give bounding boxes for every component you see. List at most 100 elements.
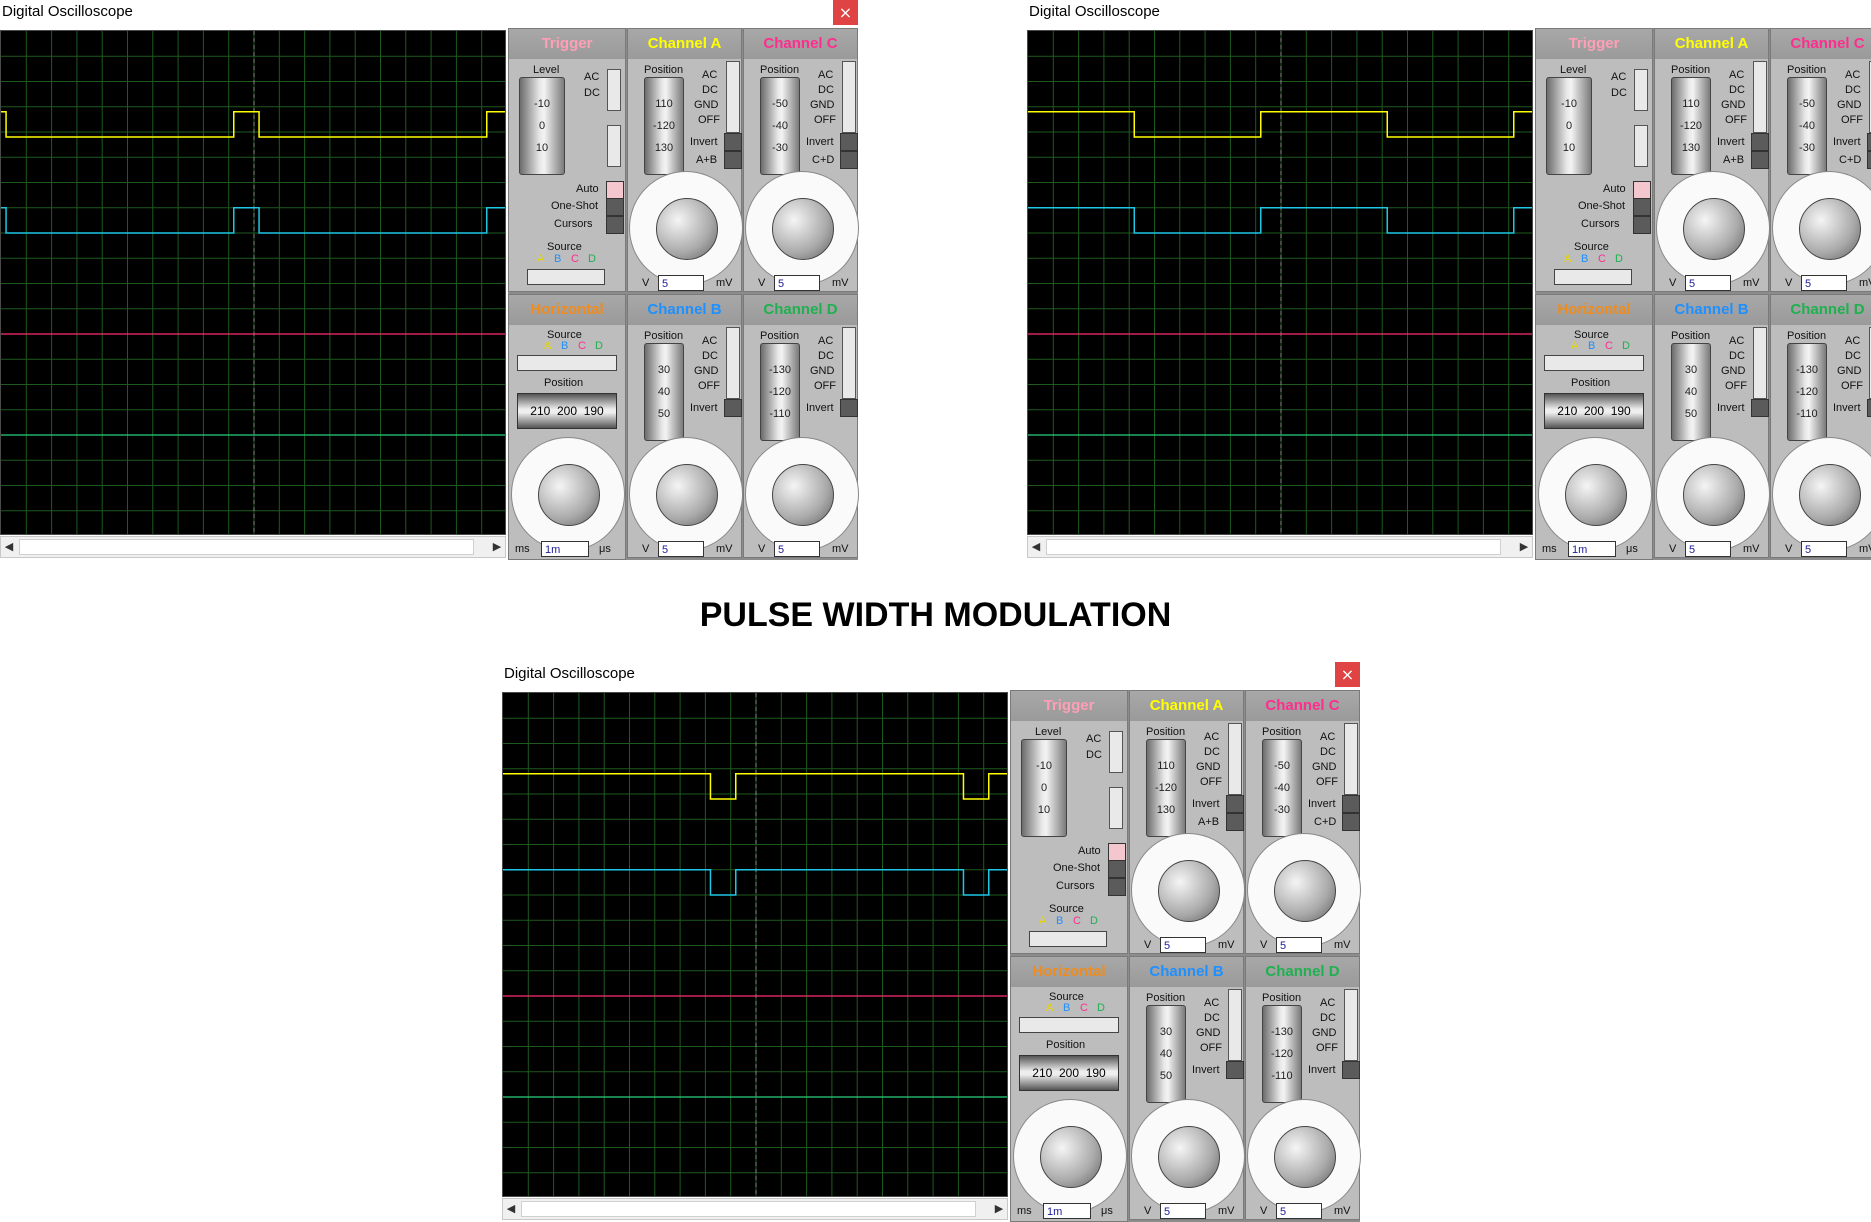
channel-coupling-switch[interactable] [842, 327, 856, 399]
trigger-source-slider[interactable] [1554, 269, 1632, 285]
horizontal-source-slider[interactable] [1019, 1017, 1119, 1033]
channel-position-drum[interactable]: -130 -120 -110 [1787, 343, 1827, 441]
volts-field[interactable]: 5 [1276, 937, 1322, 953]
volts-field[interactable]: 5 [1160, 937, 1206, 953]
scroll-left-icon[interactable]: ◀ [1030, 540, 1042, 554]
horizontal-position-drum[interactable]: 210 200 190 [517, 393, 617, 429]
channel-coupling-switch[interactable] [1228, 723, 1242, 795]
invert-button[interactable] [1226, 1061, 1244, 1079]
channel-position-drum[interactable]: -130 -120 -110 [1262, 1005, 1302, 1103]
cursors-button[interactable] [606, 216, 624, 234]
channel-position-drum[interactable]: -50 -40 -30 [1262, 739, 1302, 837]
sum-button[interactable] [1751, 151, 1769, 169]
volts-knob[interactable] [1683, 198, 1745, 260]
level-drum[interactable]: -10 0 10 [1546, 77, 1592, 175]
volts-field[interactable]: 5 [658, 275, 704, 291]
volts-field[interactable]: 5 [1685, 541, 1731, 557]
sum-button[interactable] [1226, 813, 1244, 831]
horizontal-scrollbar[interactable]: ◀ ▶ [0, 536, 506, 558]
invert-button[interactable] [1867, 133, 1871, 151]
timebase-field[interactable]: 1m [1043, 1203, 1091, 1219]
titlebar[interactable]: Digital Oscilloscope × [0, 0, 858, 26]
auto-button[interactable] [606, 181, 624, 199]
volts-per-div-dial[interactable] [1656, 171, 1770, 285]
invert-button[interactable] [1342, 795, 1360, 813]
volts-knob[interactable] [772, 464, 834, 526]
volts-field[interactable]: 5 [1801, 275, 1847, 291]
volts-per-div-dial[interactable] [1131, 1099, 1245, 1213]
timebase-field[interactable]: 1m [1568, 541, 1616, 557]
channel-position-drum[interactable]: 30 40 50 [1671, 343, 1711, 441]
volts-knob[interactable] [1799, 464, 1861, 526]
scroll-thumb[interactable] [1046, 539, 1501, 555]
volts-knob[interactable] [1683, 464, 1745, 526]
volts-per-div-dial[interactable] [1247, 833, 1361, 947]
invert-button[interactable] [840, 133, 858, 151]
scroll-thumb[interactable] [19, 539, 474, 555]
volts-per-div-dial[interactable] [1772, 171, 1871, 285]
auto-button[interactable] [1633, 181, 1651, 199]
volts-knob[interactable] [1274, 860, 1336, 922]
scroll-thumb[interactable] [521, 1201, 976, 1217]
volts-per-div-dial[interactable] [1247, 1099, 1361, 1213]
volts-field[interactable]: 5 [774, 541, 820, 557]
volts-per-div-dial[interactable] [629, 171, 743, 285]
horizontal-source-slider[interactable] [517, 355, 617, 371]
channel-coupling-switch[interactable] [1228, 989, 1242, 1061]
timebase-knob[interactable] [1040, 1126, 1102, 1188]
volts-knob[interactable] [1158, 1126, 1220, 1188]
channel-coupling-switch[interactable] [726, 61, 740, 133]
close-button[interactable]: × [1335, 662, 1360, 687]
scroll-right-icon[interactable]: ▶ [993, 1202, 1005, 1216]
channel-coupling-switch[interactable] [1753, 327, 1767, 399]
volts-knob[interactable] [1799, 198, 1861, 260]
cursors-button[interactable] [1633, 216, 1651, 234]
horizontal-position-drum[interactable]: 210 200 190 [1544, 393, 1644, 429]
invert-button[interactable] [1226, 795, 1244, 813]
sum-button[interactable] [1342, 813, 1360, 831]
coupling-switch[interactable] [607, 69, 621, 111]
volts-knob[interactable] [656, 198, 718, 260]
channel-position-drum[interactable]: 110 -120 130 [644, 77, 684, 175]
volts-field[interactable]: 5 [658, 541, 704, 557]
volts-per-div-dial[interactable] [1656, 437, 1770, 551]
close-button[interactable]: × [833, 0, 858, 25]
edge-switch[interactable] [1634, 125, 1648, 167]
horizontal-position-drum[interactable]: 210 200 190 [1019, 1055, 1119, 1091]
volts-field[interactable]: 5 [1685, 275, 1731, 291]
invert-button[interactable] [1751, 133, 1769, 151]
sum-button[interactable] [724, 151, 742, 169]
coupling-switch[interactable] [1109, 731, 1123, 773]
volts-field[interactable]: 5 [774, 275, 820, 291]
oneshot-button[interactable] [1108, 860, 1126, 878]
channel-coupling-switch[interactable] [1753, 61, 1767, 133]
invert-button[interactable] [1342, 1061, 1360, 1079]
invert-button[interactable] [724, 399, 742, 417]
volts-knob[interactable] [1158, 860, 1220, 922]
volts-per-div-dial[interactable] [745, 171, 859, 285]
timebase-dial[interactable] [1538, 437, 1652, 551]
titlebar[interactable]: Digital Oscilloscope [1027, 0, 1871, 26]
channel-position-drum[interactable]: -130 -120 -110 [760, 343, 800, 441]
channel-coupling-switch[interactable] [1344, 989, 1358, 1061]
horizontal-scrollbar[interactable]: ◀ ▶ [1027, 536, 1533, 558]
oneshot-button[interactable] [606, 198, 624, 216]
scroll-right-icon[interactable]: ▶ [491, 540, 503, 554]
invert-button[interactable] [1751, 399, 1769, 417]
volts-per-div-dial[interactable] [629, 437, 743, 551]
volts-per-div-dial[interactable] [745, 437, 859, 551]
channel-position-drum[interactable]: 110 -120 130 [1671, 77, 1711, 175]
invert-button[interactable] [1867, 399, 1871, 417]
volts-field[interactable]: 5 [1160, 1203, 1206, 1219]
timebase-dial[interactable] [1013, 1099, 1127, 1213]
volts-field[interactable]: 5 [1276, 1203, 1322, 1219]
level-drum[interactable]: -10 0 10 [1021, 739, 1067, 837]
channel-position-drum[interactable]: 30 40 50 [1146, 1005, 1186, 1103]
scroll-right-icon[interactable]: ▶ [1518, 540, 1530, 554]
channel-coupling-switch[interactable] [842, 61, 856, 133]
channel-position-drum[interactable]: -50 -40 -30 [1787, 77, 1827, 175]
cursors-button[interactable] [1108, 878, 1126, 896]
channel-position-drum[interactable]: 110 -120 130 [1146, 739, 1186, 837]
coupling-switch[interactable] [1634, 69, 1648, 111]
edge-switch[interactable] [607, 125, 621, 167]
